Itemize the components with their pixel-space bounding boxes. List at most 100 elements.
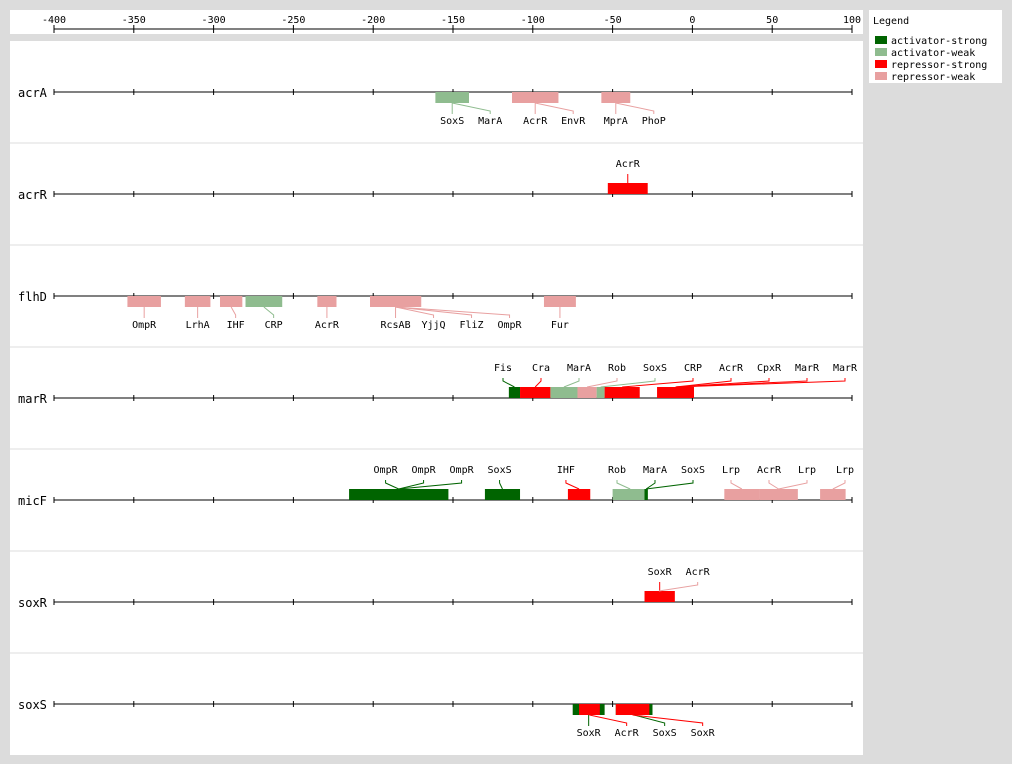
site-label: Lrp [836,465,854,476]
site-label: Lrp [722,465,740,476]
legend-label: activator-weak [891,48,975,59]
binding-site [759,489,798,500]
site-label: MarR [833,363,858,374]
site-label: Fur [551,320,569,331]
legend-swatch [875,60,887,68]
site-label: SoxS [643,363,667,374]
legend-items: activator-strongactivator-weakrepressor-… [875,36,987,83]
axis-tick-label: -50 [604,15,622,26]
binding-site [317,296,337,307]
axis-tick-label: -300 [202,15,226,26]
site-label: MarA [567,363,591,374]
binding-site [607,183,648,194]
site-label: FliZ [459,320,483,331]
binding-site [724,489,760,500]
site-label: MarA [643,465,667,476]
binding-site [601,92,631,103]
site-label: Cra [532,363,550,374]
binding-site [512,92,559,103]
binding-site [245,296,283,307]
site-label: SoxS [440,116,464,127]
site-label: LrhA [186,320,210,331]
site-label: OmpR [412,465,437,476]
site-label: MprA [604,116,628,127]
binding-site [184,296,211,307]
binding-site [820,489,846,500]
site-label: OmpR [374,465,399,476]
binding-site [520,387,551,398]
site-label: Rob [608,363,626,374]
legend-label: activator-strong [891,36,987,47]
gene-name: acrR [18,188,48,202]
site-label: IHF [557,465,575,476]
site-label: AcrR [615,728,640,739]
site-label: Rob [608,465,626,476]
site-label: SoxS [681,465,705,476]
site-label: RcsAB [380,320,410,331]
site-label: AcrR [616,159,641,170]
gene-name: flhD [18,290,47,304]
legend-swatch [875,72,887,80]
site-label: CpxR [757,363,782,374]
site-label: AcrR [315,320,340,331]
binding-site [644,489,648,500]
site-label: SoxR [691,728,716,739]
binding-site [604,387,640,398]
axis-tick-label: 50 [766,15,778,26]
site-label: Lrp [798,465,816,476]
site-label: MarR [795,363,820,374]
gene-name: marR [18,392,48,406]
legend-label: repressor-weak [891,72,975,83]
site-label: OmpR [132,320,157,331]
gene-name: micF [18,494,47,508]
axis-tick-label: 0 [689,15,695,26]
site-label: Fis [494,363,512,374]
binding-site [435,92,469,103]
binding-site [219,296,243,307]
legend-swatch [875,48,887,56]
axis-tick-label: -400 [42,15,66,26]
site-label: SoxR [648,567,673,578]
legend-swatch [875,36,887,44]
site-label: SoxR [577,728,602,739]
binding-site [615,704,650,715]
site-label: IHF [227,320,245,331]
regulation-diagram: -400 -350 -300 -250 -200 -150 -100 -50 0 50 100 ac… [10,10,1002,755]
axis-tick-label: 100 [843,15,861,26]
binding-site [567,489,591,500]
site-label: OmpR [450,465,475,476]
site-label: CRP [265,320,283,331]
gene-name: soxS [18,698,47,712]
binding-site [577,387,597,398]
gene-name: acrA [18,86,48,100]
site-label: PhoP [642,116,666,127]
site-label: AcrR [719,363,744,374]
binding-site [596,387,605,398]
binding-site [657,387,694,398]
binding-site [644,591,675,602]
axis-tick-label: -100 [521,15,545,26]
site-label: AcrR [686,567,711,578]
site-label: AcrR [757,465,782,476]
legend-title: Legend [873,16,909,27]
site-label: OmpR [497,320,522,331]
binding-site [508,387,521,398]
gene-name: soxR [18,596,48,610]
legend: Legend activator-strongactivator-weakrep… [869,10,1002,83]
axis-tick-label: -150 [441,15,465,26]
site-label: MarA [478,116,502,127]
site-label: YjjQ [421,320,445,331]
binding-site [543,296,576,307]
site-label: CRP [684,363,702,374]
axis-tick-label: -250 [281,15,305,26]
binding-site [579,704,600,715]
site-label: SoxS [488,465,512,476]
site-label: AcrR [523,116,548,127]
binding-site [370,296,422,307]
site-label: SoxS [653,728,677,739]
binding-site [127,296,161,307]
binding-site [612,489,648,500]
legend-label: repressor-strong [891,60,987,71]
site-label: EnvR [561,116,586,127]
binding-site [550,387,578,398]
